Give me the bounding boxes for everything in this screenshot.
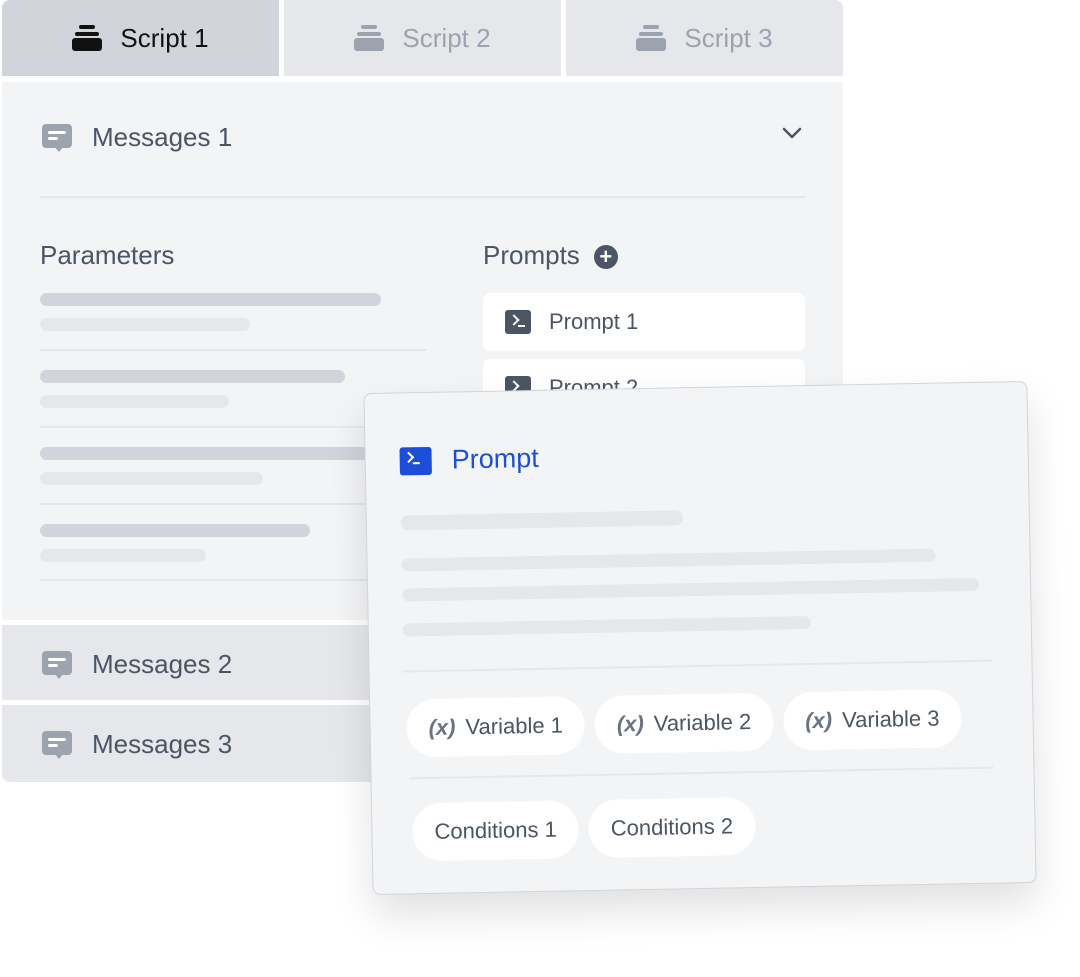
divider — [40, 196, 805, 198]
messages-label: Messages 2 — [92, 649, 233, 679]
terminal-icon — [399, 446, 432, 475]
tab-label: Script 2 — [402, 22, 491, 53]
tab-script-3[interactable]: Script 3 — [566, 0, 843, 76]
stack-icon — [72, 25, 103, 51]
divider — [403, 659, 992, 673]
divider — [40, 349, 426, 351]
card-title-label: Prompt — [451, 442, 539, 475]
condition-chip-2[interactable]: Conditions 2 — [588, 797, 756, 859]
chip-label: Variable 1 — [465, 712, 564, 740]
tab-script-2[interactable]: Script 2 — [284, 0, 561, 76]
variable-chips: (x) Variable 1 (x) Variable 2 (x) Variable … — [406, 689, 963, 758]
messages-label: Messages 1 — [92, 122, 233, 152]
chevron-down-icon[interactable] — [781, 122, 803, 144]
condition-chips: Conditions 1 Conditions 2 — [411, 797, 756, 862]
variable-icon: (x) — [428, 714, 456, 740]
placeholder-line — [400, 510, 683, 531]
message-icon — [42, 730, 72, 759]
placeholder-line — [40, 472, 263, 485]
placeholder-line — [40, 318, 250, 331]
chip-label: Conditions 1 — [434, 816, 558, 844]
message-icon — [42, 650, 72, 679]
script-tabs: Script 1 Script 2 Script 3 — [2, 0, 843, 76]
prompt-item-1[interactable]: Prompt 1 — [483, 293, 805, 351]
condition-chip-1[interactable]: Conditions 1 — [411, 800, 580, 862]
prompt-card-title: Prompt — [399, 443, 539, 477]
stack-icon — [636, 25, 667, 51]
stack-icon — [354, 25, 385, 51]
variable-chip-1[interactable]: (x) Variable 1 — [406, 696, 586, 758]
chip-label: Variable 3 — [841, 705, 940, 733]
variable-chip-2[interactable]: (x) Variable 2 — [594, 692, 774, 754]
prompts-label: Prompts — [483, 240, 580, 270]
variable-chip-3[interactable]: (x) Variable 3 — [782, 689, 963, 751]
parameters-title: Parameters — [40, 240, 175, 270]
placeholder-line — [402, 577, 980, 602]
placeholder-line — [402, 615, 811, 637]
chip-label: Variable 2 — [653, 709, 752, 736]
placeholder-line — [40, 293, 381, 306]
placeholder-line — [40, 524, 310, 537]
variable-icon: (x) — [616, 711, 645, 737]
terminal-icon — [505, 310, 531, 334]
placeholder-line — [40, 395, 229, 408]
prompt-card: Prompt (x) Variable 1 (x) Variable 2 (x) Va… — [363, 380, 1037, 896]
placeholder-line — [40, 447, 370, 460]
prompts-title: Prompts + — [483, 240, 618, 271]
tab-label: Script 1 — [120, 22, 209, 53]
placeholder-line — [40, 370, 345, 383]
message-icon — [42, 123, 72, 152]
messages-label: Messages 3 — [92, 729, 233, 759]
tab-script-1[interactable]: Script 1 — [2, 0, 279, 76]
divider — [409, 766, 994, 780]
messages-1-header[interactable]: Messages 1 — [42, 122, 232, 153]
variable-icon: (x) — [804, 707, 833, 734]
prompt-label: Prompt 1 — [549, 309, 639, 334]
tab-label: Script 3 — [684, 22, 773, 53]
add-prompt-icon[interactable]: + — [593, 245, 618, 270]
placeholder-line — [40, 549, 206, 562]
placeholder-line — [401, 548, 936, 572]
chip-label: Conditions 2 — [610, 813, 734, 841]
